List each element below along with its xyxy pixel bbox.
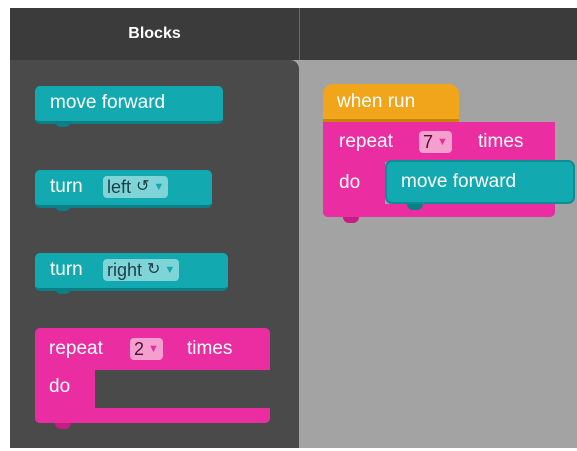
nested-move-forward-block[interactable]: move forward	[385, 160, 575, 210]
turn-direction-dropdown[interactable]: left ↺ ▼	[103, 176, 169, 198]
statement-slot	[95, 370, 270, 408]
repeat-count-dropdown[interactable]: 2 ▼	[130, 338, 163, 360]
toolbox-move-forward-block[interactable]: move forward	[35, 86, 223, 127]
dropdown-arrow-icon: ▼	[164, 264, 176, 276]
times-label: times	[478, 131, 524, 152]
toolbox-turn-right-block[interactable]: turn right ↻ ▼	[35, 253, 228, 294]
move-forward-label: move forward	[50, 92, 166, 113]
toolbox-turn-left-block[interactable]: turn left ↺ ▼	[35, 170, 212, 211]
repeat-label: repeat	[49, 338, 103, 359]
direction-value: left	[107, 177, 132, 197]
block-connector	[55, 288, 71, 294]
blockly-editor: Blocks move forward turn left ↺ ▼ turn r…	[10, 8, 577, 448]
repeat-bottom-bar	[35, 408, 270, 423]
direction-value: right	[107, 260, 143, 280]
dropdown-arrow-icon: ▼	[153, 181, 165, 193]
turn-label: turn	[50, 259, 83, 280]
move-forward-label: move forward	[401, 171, 517, 192]
rotate-right-icon: ↻	[147, 261, 161, 278]
repeat-count-value: 7	[423, 132, 434, 152]
turn-direction-dropdown[interactable]: right ↻ ▼	[103, 259, 180, 281]
toolbox: move forward turn left ↺ ▼ turn right ↻ …	[10, 60, 299, 448]
block-connector	[55, 205, 71, 211]
repeat-count-dropdown[interactable]: 7 ▼	[419, 131, 452, 153]
toolbox-repeat-block[interactable]: repeat 2 ▼ times do	[35, 328, 270, 429]
header-divider	[299, 8, 300, 60]
turn-label: turn	[50, 176, 83, 197]
block-connector	[55, 423, 71, 429]
do-label: do	[339, 172, 361, 193]
do-label: do	[49, 376, 71, 397]
repeat-label: repeat	[339, 131, 393, 152]
dropdown-arrow-icon: ▼	[148, 343, 159, 355]
when-run-label: when run	[337, 91, 416, 112]
block-connector	[55, 121, 71, 127]
repeat-count-value: 2	[134, 339, 145, 359]
dropdown-arrow-icon: ▼	[437, 136, 448, 148]
times-label: times	[187, 338, 233, 359]
block-connector	[343, 217, 359, 223]
repeat-bottom-bar	[323, 204, 555, 217]
toolbox-title: Blocks	[128, 25, 181, 42]
workspace: when run repeat 7 ▼ times do move forwar…	[299, 60, 577, 448]
header-bar: Blocks	[10, 8, 577, 60]
rotate-left-icon: ↺	[136, 178, 150, 195]
when-run-block[interactable]: when run	[323, 84, 459, 122]
